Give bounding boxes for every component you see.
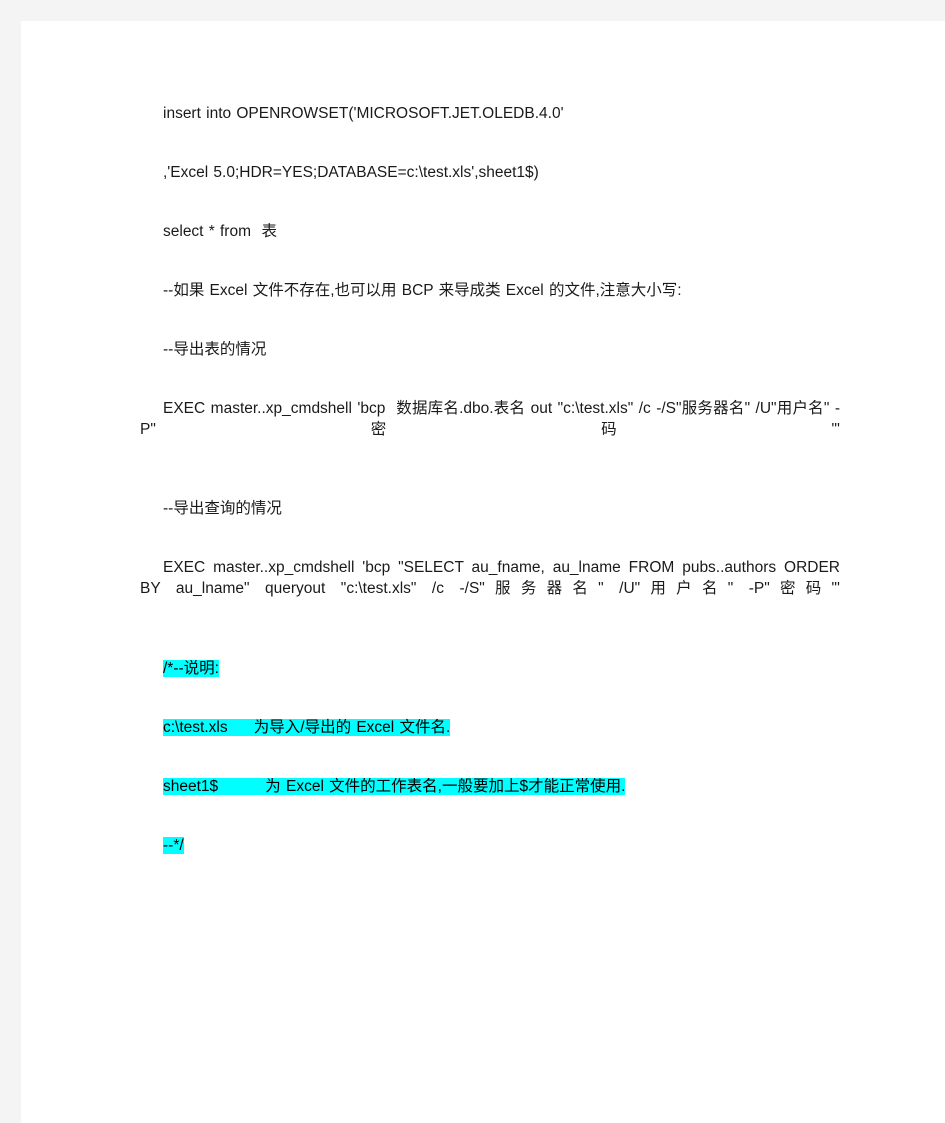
highlighted-text-comment-open: /*--说明: — [163, 660, 219, 678]
paragraph-comment-sheetname: sheet1$ 为 Excel 文件的工作表名,一般要加上$才能正常使用. — [140, 777, 840, 798]
paragraph-comment-block-open: /*--说明: — [140, 659, 840, 680]
paragraph-exec-bcp-queryout: EXEC master..xp_cmdshell 'bcp "SELECT au… — [140, 559, 846, 598]
document-page: insert into OPENROWSET('MICROSOFT.JET.OL… — [21, 21, 945, 1123]
paragraph-export-table-comment: --导出表的情况 — [163, 340, 267, 358]
paragraph-excel-connection-string: ,'Excel 5.0;HDR=YES;DATABASE=c:\test.xls… — [163, 163, 539, 181]
paragraph-comment-block-close: --*/ — [140, 836, 840, 857]
highlighted-text-sheetname: sheet1$ 为 Excel 文件的工作表名,一般要加上$才能正常使用. — [163, 777, 626, 795]
highlighted-text-comment-close: --*/ — [163, 836, 184, 854]
paragraph-insert-openrowset: insert into OPENROWSET('MICROSOFT.JET.OL… — [163, 105, 564, 122]
highlighted-text-filename: c:\test.xls 为导入/导出的 Excel 文件名. — [163, 718, 451, 736]
paragraph-bcp-note: --如果 Excel 文件不存在,也可以用 BCP 来导成类 Excel 的文件… — [163, 281, 682, 299]
paragraph-exec-bcp-out: EXEC master..xp_cmdshell 'bcp 数据库名.dbo.表… — [140, 399, 840, 438]
paragraph-export-query-comment: --导出查询的情况 — [163, 500, 282, 518]
paragraph-select-statement: select * from 表 — [163, 222, 277, 240]
paragraph-comment-filename: c:\test.xls 为导入/导出的 Excel 文件名. — [140, 718, 840, 739]
document-body: insert into OPENROWSET('MICROSOFT.JET.OL… — [140, 104, 840, 895]
